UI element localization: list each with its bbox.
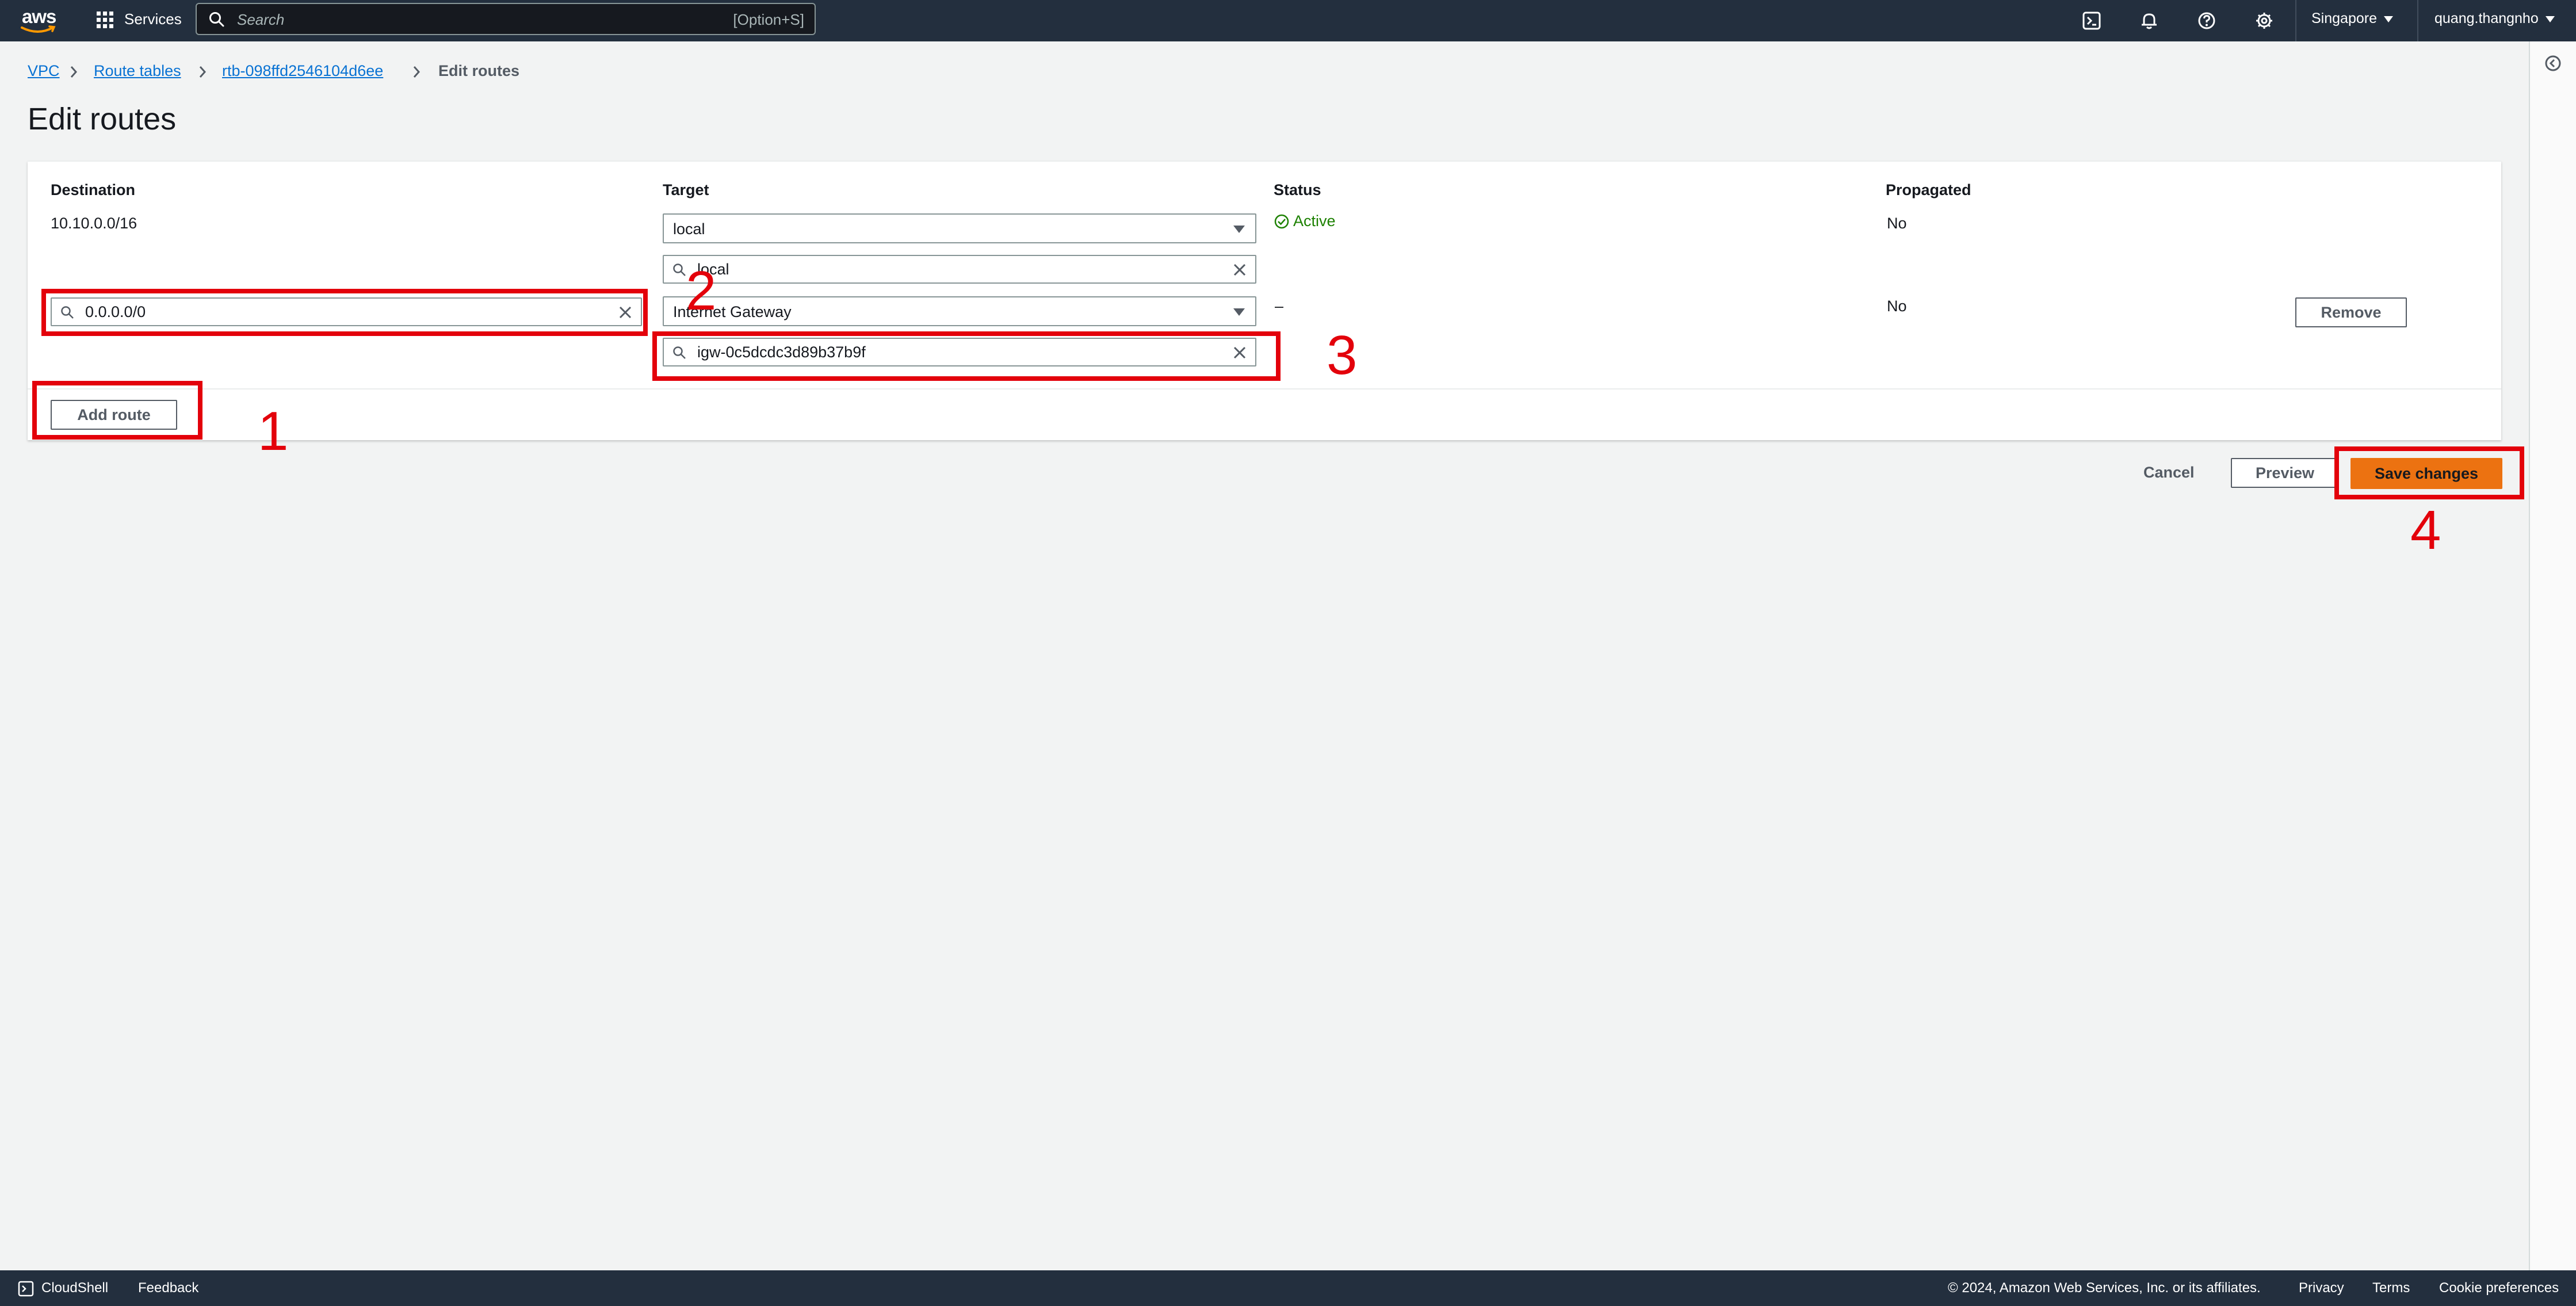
right-side-rail — [2529, 41, 2576, 1270]
footer-cookie-preferences-link[interactable]: Cookie preferences — [2439, 1280, 2559, 1296]
footer-cloudshell-link[interactable]: CloudShell — [41, 1280, 108, 1296]
page-title: Edit routes — [28, 102, 177, 136]
breadcrumb-vpc[interactable]: VPC — [28, 62, 60, 80]
target-search-input[interactable] — [697, 342, 1111, 362]
help-panel-toggle-icon[interactable] — [2543, 53, 2563, 74]
clear-icon[interactable] — [618, 305, 633, 320]
status-value: – — [1275, 297, 1284, 315]
breadcrumb-route-tables[interactable]: Route tables — [94, 62, 181, 80]
gear-icon[interactable] — [2253, 9, 2276, 32]
footer-terms-link[interactable]: Terms — [2372, 1280, 2410, 1296]
footer-privacy-link[interactable]: Privacy — [2299, 1280, 2344, 1296]
services-grid-icon[interactable] — [97, 12, 114, 29]
cloudshell-icon[interactable] — [17, 1280, 35, 1297]
target-search-field[interactable] — [663, 338, 1256, 366]
footer: CloudShell Feedback © 2024, Amazon Web S… — [0, 1270, 2576, 1306]
chevron-right-icon — [70, 66, 78, 78]
step-number: 3 — [1327, 324, 1358, 386]
step-number: 4 — [2410, 499, 2441, 561]
target-type-value: local — [673, 220, 705, 238]
global-search-input[interactable] — [236, 9, 698, 30]
column-header-propagated: Propagated — [1886, 181, 1971, 198]
region-label: Singapore — [2311, 10, 2377, 26]
destination-search-field[interactable] — [51, 297, 642, 326]
search-icon — [673, 346, 686, 359]
step-number: 1 — [258, 400, 289, 462]
caret-down-icon — [1233, 308, 1245, 316]
routes-panel: Destination Target Status Propagated 10.… — [28, 161, 2501, 440]
clear-icon[interactable] — [1232, 262, 1247, 277]
cancel-button[interactable]: Cancel — [2143, 464, 2195, 482]
services-menu-label[interactable]: Services — [124, 10, 182, 28]
breadcrumb-current: Edit routes — [438, 62, 520, 79]
target-type-select[interactable]: Internet Gateway — [663, 296, 1256, 326]
status-active: Active — [1274, 212, 1336, 230]
footer-feedback-link[interactable]: Feedback — [138, 1280, 198, 1296]
route-destination-value: 10.10.0.0/16 — [51, 215, 137, 232]
save-changes-button[interactable]: Save changes — [2350, 458, 2502, 489]
status-text: Active — [1293, 212, 1336, 230]
aws-logo[interactable]: aws — [20, 5, 59, 37]
divider — [28, 388, 2501, 389]
cloudshell-icon[interactable] — [2080, 9, 2103, 32]
help-icon[interactable] — [2195, 9, 2218, 32]
nav-divider — [2295, 0, 2296, 41]
aws-smile-icon — [21, 25, 56, 33]
account-menu[interactable]: quang.thangnho — [2434, 10, 2555, 27]
chevron-down-icon — [2383, 16, 2393, 22]
target-type-select[interactable]: local — [663, 213, 1256, 243]
target-search-field[interactable] — [663, 255, 1256, 284]
column-header-target: Target — [663, 181, 709, 198]
remove-route-button[interactable]: Remove — [2295, 297, 2407, 327]
search-icon — [61, 306, 74, 319]
chevron-right-icon — [199, 66, 207, 78]
bell-icon[interactable] — [2138, 9, 2161, 32]
breadcrumb-route-table-id[interactable]: rtb-098ffd2546104d6ee — [222, 62, 383, 80]
column-header-status: Status — [1274, 181, 1321, 198]
region-selector[interactable]: Singapore — [2311, 10, 2393, 27]
destination-input[interactable] — [85, 302, 498, 322]
clear-icon[interactable] — [1232, 345, 1247, 360]
account-name: quang.thangnho — [2434, 10, 2539, 26]
propagated-value: No — [1887, 297, 1907, 315]
caret-down-icon — [1233, 226, 1245, 233]
search-icon — [673, 264, 686, 276]
add-route-button[interactable]: Add route — [51, 400, 177, 430]
global-search-box[interactable]: [Option+S] — [196, 3, 816, 35]
top-navigation: aws Services [Option+S] — [0, 0, 2576, 41]
footer-copyright: © 2024, Amazon Web Services, Inc. or its… — [1948, 1280, 2261, 1296]
column-header-destination: Destination — [51, 181, 136, 198]
aws-logo-text: aws — [22, 6, 56, 27]
step-number: 2 — [686, 260, 717, 322]
nav-divider — [2417, 0, 2418, 41]
search-shortcut-hint: [Option+S] — [733, 11, 804, 28]
preview-button[interactable]: Preview — [2231, 458, 2339, 488]
search-icon — [209, 12, 224, 27]
target-search-input[interactable] — [697, 259, 1111, 279]
check-circle-icon — [1274, 214, 1289, 229]
propagated-value: No — [1887, 215, 1907, 232]
chevron-down-icon — [2545, 16, 2555, 22]
chevron-right-icon — [413, 66, 421, 78]
